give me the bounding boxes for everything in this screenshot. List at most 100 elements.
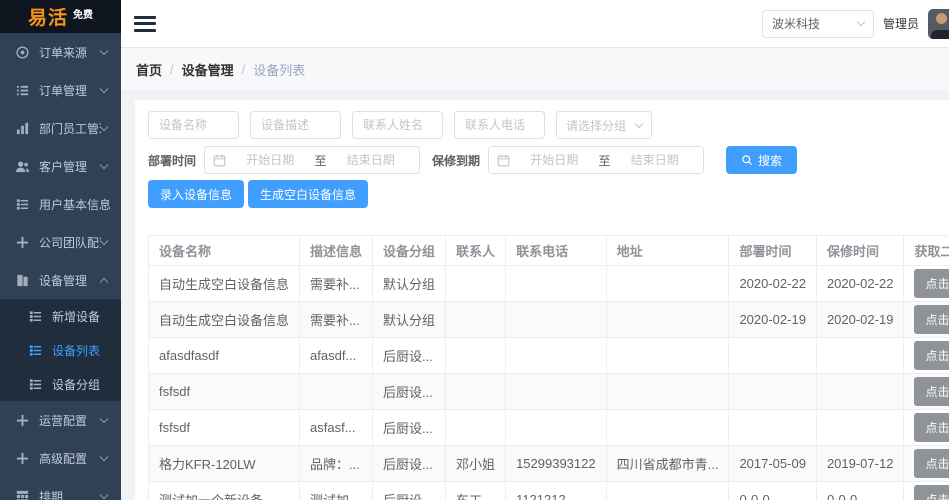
sidebar-item-department-staff[interactable]: 部门员工管理 <box>0 109 121 147</box>
device-name-input[interactable] <box>148 111 239 139</box>
hamburger-icon[interactable] <box>134 15 156 32</box>
qr-fetch-button[interactable]: 点击获取 <box>914 485 949 500</box>
warranty-expire-label: 保修到期 <box>432 153 481 168</box>
sidebar-item-operation-config[interactable]: 运营配置 <box>0 401 121 439</box>
filter-row: 请选择分组 <box>148 111 949 139</box>
cell-contact <box>445 265 507 302</box>
cell-contact <box>445 301 507 338</box>
cell-name: 格力KFR-120LW <box>147 445 301 482</box>
cell-warranty: 0-0-0 <box>815 481 905 500</box>
form-icon <box>28 309 43 324</box>
breadcrumb-separator: / <box>241 61 246 77</box>
add-device-button[interactable]: 录入设备信息 <box>148 180 245 208</box>
app-root: 易活 免费 订单来源订单管理部门员工管理客户管理用户基本信息公司团队配置设备管理… <box>0 0 949 500</box>
qr-fetch-button[interactable]: 点击获取 <box>914 269 949 298</box>
users-icon <box>15 159 30 174</box>
table-header-row: 设备名称描述信息设备分组联系人联系电话地址部署时间保修时间获取二维码操作 <box>147 235 949 266</box>
qr-fetch-button[interactable]: 点击获取 <box>914 449 949 478</box>
device-list-card: 请选择分组 部署时间 至 保修到期 <box>135 100 949 500</box>
warranty-date-range[interactable]: 至 <box>488 146 705 174</box>
cell-warranty: 2020-02-22 <box>815 265 905 302</box>
sidebar-item-order-management[interactable]: 订单管理 <box>0 71 121 109</box>
generate-blank-device-button[interactable]: 生成空白设备信息 <box>248 180 369 208</box>
column-header: 部署时间 <box>728 235 817 266</box>
plus-icon <box>15 451 30 466</box>
company-select[interactable]: 波米科技 <box>761 9 874 38</box>
date-to-label: 至 <box>598 153 611 168</box>
sidebar-item-label: 公司团队配置 <box>39 235 101 250</box>
form-icon <box>15 197 30 212</box>
sidebar-item-company-team-config[interactable]: 公司团队配置 <box>0 223 121 261</box>
cell-name: afasdfasdf <box>147 337 301 374</box>
sidebar-item-user-basic-info[interactable]: 用户基本信息 <box>0 185 121 223</box>
contact-name-input[interactable] <box>352 111 443 139</box>
cell-qrcode: 点击获取 <box>903 409 949 446</box>
cell-address <box>605 481 730 500</box>
chevron-down-icon <box>99 122 109 131</box>
group-select[interactable]: 请选择分组 <box>556 111 652 139</box>
cell-name: 测试加一个新设备 <box>147 481 301 500</box>
sidebar-item-label: 设备列表 <box>52 343 101 358</box>
cell-desc: 品牌：... <box>299 445 374 482</box>
qr-fetch-button[interactable]: 点击获取 <box>914 305 949 334</box>
cell-warranty <box>815 373 905 410</box>
device-desc-input[interactable] <box>250 111 341 139</box>
qr-fetch-button[interactable]: 点击获取 <box>914 377 949 406</box>
chevron-down-icon <box>634 119 644 128</box>
cell-phone: 1121212 <box>505 481 607 500</box>
deploy-date-range[interactable]: 至 <box>204 146 421 174</box>
sidebar-item-order-source[interactable]: 订单来源 <box>0 33 121 71</box>
search-icon <box>741 154 753 166</box>
cell-qrcode: 点击获取 <box>903 265 949 302</box>
top-navbar: 波米科技 管理员 <box>121 0 949 48</box>
breadcrumb-link[interactable]: 设备管理 <box>182 60 234 79</box>
warranty-start-date-input[interactable] <box>514 153 595 167</box>
deploy-start-date-input[interactable] <box>230 153 311 167</box>
table-row: 自动生成空白设备信息 需要补... 默认分组 2020-02-19 2020-02-19… <box>147 301 949 338</box>
cell-qrcode: 点击获取 <box>903 301 949 338</box>
deploy-time-label: 部署时间 <box>148 153 197 168</box>
bar-chart-icon <box>15 121 30 136</box>
sidebar-item-label: 部门员工管理 <box>39 121 101 136</box>
grid-icon <box>15 489 30 500</box>
sidebar-item-advanced-config[interactable]: 高级配置 <box>0 439 121 477</box>
sidebar-item-device-list[interactable]: 设备列表 <box>0 333 121 367</box>
cell-warranty: 2019-07-12 <box>815 445 905 482</box>
cell-address <box>605 409 730 446</box>
free-badge: 免费 <box>73 10 93 21</box>
date-to-label: 至 <box>314 153 327 168</box>
cell-qrcode: 点击获取 <box>903 373 949 410</box>
qr-fetch-button[interactable]: 点击获取 <box>914 413 949 442</box>
table-row: 格力KFR-120LW 品牌：... 后厨设... 邓小姐 15299393122 四川省… <box>147 445 949 482</box>
sidebar-item-label: 高级配置 <box>39 451 88 466</box>
sidebar-item-customer-management[interactable]: 客户管理 <box>0 147 121 185</box>
cell-name: fsfsdf <box>147 409 301 446</box>
cell-contact <box>445 337 507 374</box>
cell-desc: 需要补... <box>299 265 374 302</box>
warranty-end-date-input[interactable] <box>614 153 696 167</box>
chevron-up-icon <box>99 277 109 286</box>
search-button[interactable]: 搜索 <box>726 146 798 174</box>
avatar[interactable] <box>928 8 949 39</box>
cell-group: 默认分组 <box>372 265 447 302</box>
sidebar-item-label: 订单管理 <box>39 83 88 98</box>
contact-phone-input[interactable] <box>454 111 545 139</box>
breadcrumb-link[interactable]: 首页 <box>136 60 162 79</box>
chevron-down-icon <box>99 84 109 93</box>
device-table: 设备名称描述信息设备分组联系人联系电话地址部署时间保修时间获取二维码操作 自动生… <box>147 235 949 500</box>
sidebar-item-new-device[interactable]: 新增设备 <box>0 299 121 333</box>
sidebar-item-label: 设备管理 <box>39 273 88 288</box>
deploy-end-date-input[interactable] <box>330 153 412 167</box>
table-row: 测试加一个新设备测试加...后厨设...车工1121212 0-0-00-0-0 点… <box>147 481 949 500</box>
plus-icon <box>15 235 30 250</box>
sidebar-item-device-management[interactable]: 设备管理 <box>0 261 121 299</box>
date-filter-row: 部署时间 至 保修到期 至 <box>148 146 949 174</box>
qr-fetch-button[interactable]: 点击获取 <box>914 341 949 370</box>
sidebar-item-device-group[interactable]: 设备分组 <box>0 367 121 401</box>
cell-name: 自动生成空白设备信息 <box>147 301 301 338</box>
cell-address <box>605 265 730 302</box>
cell-group: 后厨设... <box>372 409 447 446</box>
sidebar-item-schedule[interactable]: 排期 <box>0 477 121 500</box>
column-header: 设备名称 <box>147 235 301 266</box>
sidebar-item-label: 客户管理 <box>39 159 88 174</box>
